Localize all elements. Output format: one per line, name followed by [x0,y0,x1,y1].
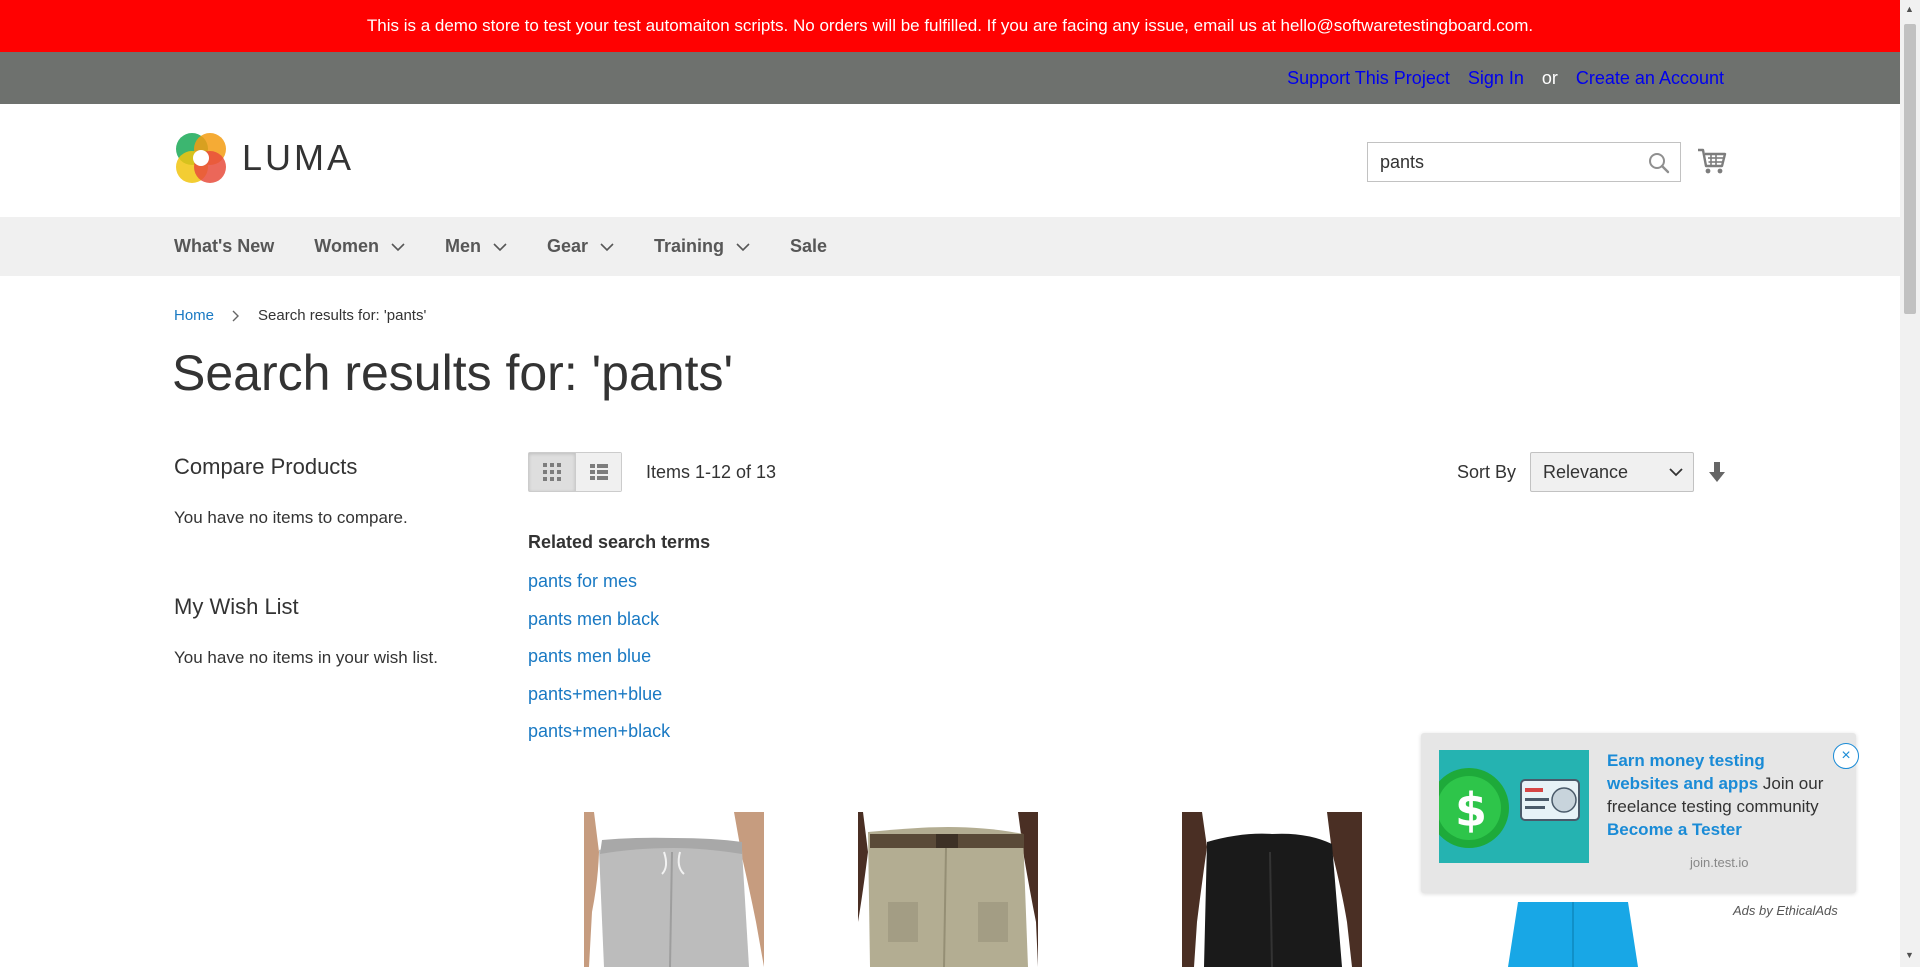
nav-item-women[interactable]: Women [314,236,405,257]
compare-products-block: Compare Products You have no items to co… [174,454,504,528]
ad-credit[interactable]: Ads by EthicalAds [1733,903,1838,918]
search-input[interactable] [1368,143,1628,181]
chevron-down-icon [493,242,507,251]
view-mode-switch [528,452,622,492]
list-view-button[interactable] [575,453,621,491]
sort-direction-arrow-icon[interactable] [1708,461,1726,483]
nav-item-label: Sale [790,236,828,256]
header-panel: Support This Project Sign In or Create a… [0,52,1900,104]
wishlist-empty: You have no items in your wish list. [174,648,438,667]
nav-item-label: Women [314,236,379,256]
ad-cta-link[interactable]: Become a Tester [1607,820,1742,839]
related-search-terms: Related search terms pants for mes pants… [528,532,710,759]
sign-in-link[interactable]: Sign In [1468,68,1524,89]
chevron-down-icon [736,242,750,251]
page-scrollbar[interactable]: ▲ ▼ [1900,0,1920,967]
header-links: Support This Project Sign In or Create a… [1287,52,1724,104]
cart-icon[interactable] [1697,146,1727,176]
nav-item-label: What's New [174,236,275,256]
scroll-up-arrow-icon[interactable]: ▲ [1905,4,1914,14]
sort-by-select[interactable]: Relevance [1530,452,1694,492]
related-term-link[interactable]: pants men black [528,609,710,647]
ad-domain: join.test.io [1690,855,1749,870]
breadcrumb: Home Search results for: 'pants' [174,307,426,324]
product-image[interactable] [858,812,1038,967]
compare-products-empty: You have no items to compare. [174,508,408,527]
chevron-right-icon [232,310,240,321]
logo-text: LUMA [242,137,355,178]
create-account-link[interactable]: Create an Account [1576,68,1724,89]
related-term-link[interactable]: pants for mes [528,571,710,609]
nav-item-men[interactable]: Men [445,236,507,257]
sidebar: Compare Products You have no items to co… [174,454,504,668]
nav-menu: What's New Women Men Gear Training Sale [174,217,867,276]
wishlist-title: My Wish List [174,594,299,619]
scrollbar-thumb[interactable] [1904,24,1916,314]
nav-item-label: Training [654,236,725,256]
demo-store-banner: This is a demo store to test your test a… [0,0,1900,52]
sort-by-value: Relevance [1543,461,1629,482]
chevron-down-icon [1669,468,1683,477]
nav-item-label: Men [444,236,481,256]
sorter: Sort By Relevance [1457,452,1726,492]
breadcrumb-current: Search results for: 'pants' [258,307,427,324]
compare-products-title: Compare Products [174,454,358,479]
search-icon[interactable] [1648,152,1670,174]
related-terms-list: pants for mes pants men black pants men … [528,571,710,759]
product-image[interactable] [584,812,764,967]
nav-item-gear[interactable]: Gear [547,236,614,257]
luma-logo-icon [176,133,226,183]
or-separator: or [1541,67,1558,88]
main-navigation: What's New Women Men Gear Training Sale [0,217,1900,276]
toolbar-amount: Items 1-12 of 13 [646,462,777,482]
close-icon: × [1841,747,1851,764]
nav-item-sale[interactable]: Sale [790,236,827,257]
list-icon [589,464,608,480]
related-search-title: Related search terms [528,532,711,552]
nav-item-label: Gear [546,236,588,256]
breadcrumb-home-link[interactable]: Home [174,307,214,324]
ad-close-button[interactable]: × [1833,743,1859,769]
chevron-down-icon [600,242,614,251]
svg-text:$: $ [1455,783,1487,837]
scroll-down-arrow-icon[interactable]: ▼ [1905,950,1914,960]
grid-view-button[interactable] [529,453,575,491]
chevron-down-icon [391,242,405,251]
page-title: Search results for: 'pants' [172,345,734,401]
related-term-link[interactable]: pants+men+blue [528,684,710,722]
ethical-ad[interactable]: $ Earn money testing websites and apps J… [1421,733,1859,893]
luma-logo[interactable]: LUMA [174,130,354,186]
site-header: LUMA [0,104,1900,217]
sort-by-label: Sort By [1456,461,1516,482]
related-term-link[interactable]: pants+men+black [528,721,710,759]
nav-item-training[interactable]: Training [654,236,750,257]
nav-item-whats-new[interactable]: What's New [174,236,274,257]
ad-headline-link[interactable]: Earn money testing websites and apps [1607,751,1765,793]
product-image[interactable] [1182,812,1362,967]
demo-banner-text: This is a demo store to test your test a… [366,16,1534,35]
related-term-link[interactable]: pants men blue [528,646,710,684]
grid-icon [543,463,561,481]
search-box [1367,142,1681,182]
products-toolbar: Items 1-12 of 13 Sort By Relevance [528,452,1726,494]
wishlist-block: My Wish List You have no items in your w… [174,594,504,668]
ad-text: Earn money testing websites and apps Joi… [1607,749,1835,841]
ad-image[interactable]: $ [1439,750,1589,863]
support-project-link[interactable]: Support This Project [1287,68,1450,89]
